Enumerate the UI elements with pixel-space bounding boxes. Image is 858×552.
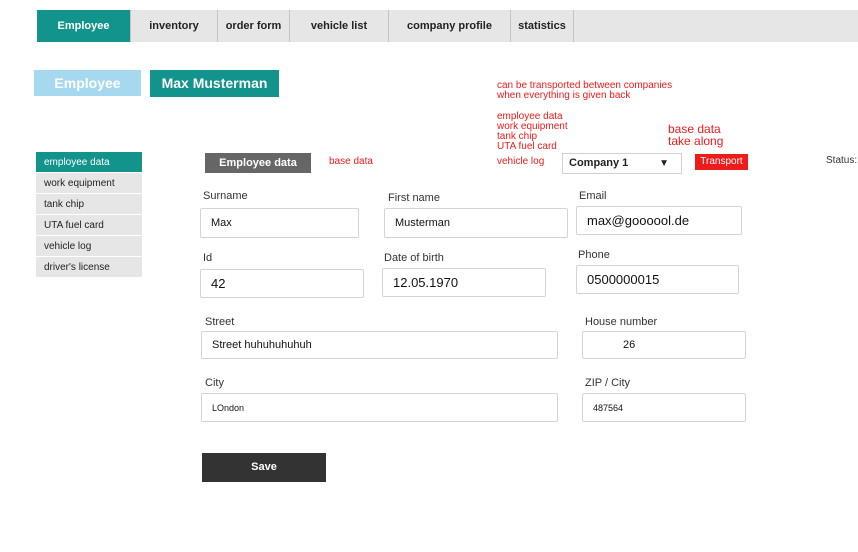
chevron-down-icon: ▼: [659, 158, 669, 169]
note-list-item: UTA fuel card: [497, 141, 557, 152]
zip-city-label: ZIP / City: [585, 377, 631, 389]
tab-order-form[interactable]: order form: [218, 10, 290, 42]
dob-label: Date of birth: [384, 252, 444, 264]
top-nav: Employee inventory order form vehicle li…: [37, 10, 858, 42]
house-number-label: House number: [585, 316, 658, 328]
surname-label: Surname: [203, 190, 248, 202]
transport-button[interactable]: Transport: [695, 154, 748, 170]
company-select[interactable]: Company 1 ▼: [562, 153, 682, 174]
tab-statistics[interactable]: statistics: [511, 10, 574, 42]
tab-inventory[interactable]: inventory: [131, 10, 218, 42]
note-transport-line2: when everything is given back: [497, 90, 631, 101]
city-field[interactable]: LOndon: [201, 393, 558, 422]
zip-city-field[interactable]: 487564: [582, 393, 746, 422]
tab-employee[interactable]: Employee: [37, 10, 131, 42]
sidebar-item-work-equipment[interactable]: work equipment: [36, 173, 142, 194]
note-base-data: base data: [329, 156, 373, 167]
city-label: City: [205, 377, 224, 389]
email-field[interactable]: max@goooool.de: [576, 206, 742, 235]
sidebar: employee data work equipment tank chip U…: [36, 152, 142, 278]
employee-name-title: Max Musterman: [150, 70, 279, 97]
phone-field[interactable]: 0500000015: [576, 265, 739, 294]
sidebar-item-uta-fuel-card[interactable]: UTA fuel card: [36, 215, 142, 236]
phone-label: Phone: [578, 249, 610, 261]
note-base-data-take-along: take along: [668, 134, 724, 148]
tab-vehicle-list[interactable]: vehicle list: [290, 10, 389, 42]
note-list-item: vehicle log: [497, 156, 545, 167]
tab-employee-data[interactable]: Employee data: [205, 153, 311, 173]
street-field[interactable]: Street huhuhuhuhuh: [201, 331, 558, 359]
first-name-field[interactable]: Musterman: [384, 208, 568, 238]
id-field[interactable]: 42: [200, 269, 364, 298]
dob-field[interactable]: 12.05.1970: [382, 268, 546, 297]
id-label: Id: [203, 252, 213, 264]
first-name-label: First name: [388, 192, 440, 204]
sidebar-item-tank-chip[interactable]: tank chip: [36, 194, 142, 215]
sidebar-item-vehicle-log[interactable]: vehicle log: [36, 236, 142, 257]
section-title: Employee: [34, 70, 141, 96]
sidebar-item-drivers-license[interactable]: driver's license: [36, 257, 142, 278]
tab-company-profile[interactable]: company profile: [389, 10, 511, 42]
save-button[interactable]: Save: [202, 453, 326, 482]
email-label: Email: [579, 190, 607, 202]
company-select-value: Company 1: [569, 157, 629, 169]
status-label: Status:: [826, 155, 858, 166]
street-label: Street: [205, 316, 235, 328]
sidebar-item-employee-data[interactable]: employee data: [36, 152, 142, 173]
house-number-field[interactable]: 26: [582, 331, 746, 359]
surname-field[interactable]: Max: [200, 208, 359, 238]
